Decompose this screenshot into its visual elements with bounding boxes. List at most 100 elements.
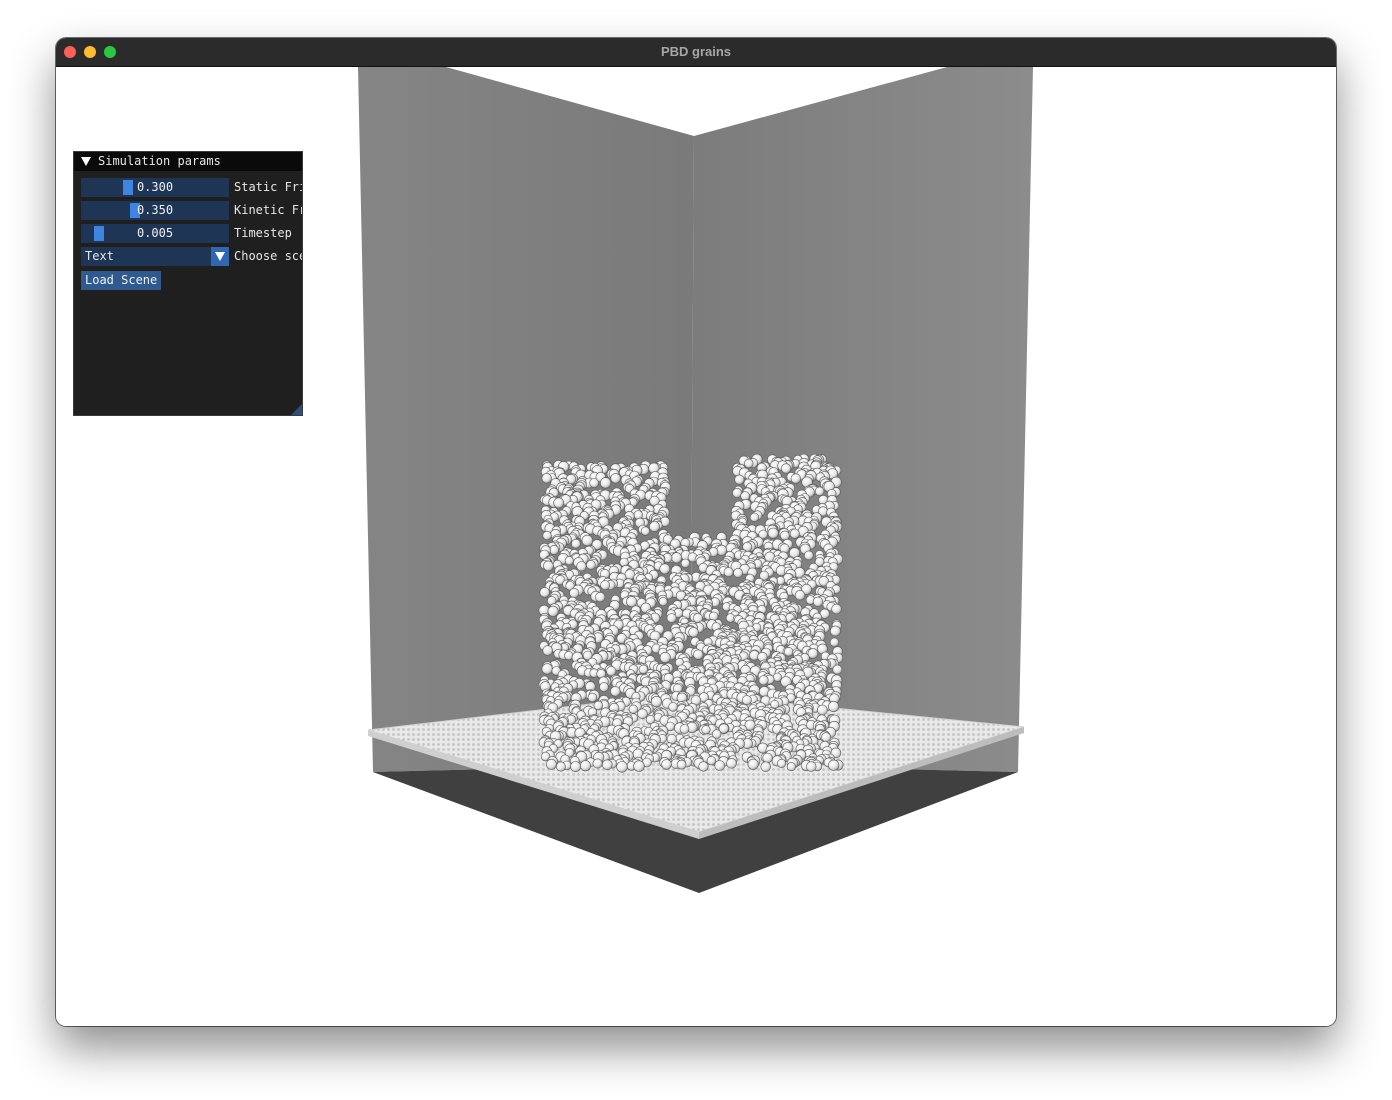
grain	[680, 558, 691, 568]
grain	[832, 664, 843, 675]
collapse-arrow-icon[interactable]	[81, 157, 91, 166]
grain	[758, 675, 769, 686]
grain	[726, 757, 737, 769]
grain	[542, 530, 552, 541]
app-window: PBD grains Simulation params 0.300 Stati…	[56, 38, 1336, 1026]
grain	[616, 761, 628, 773]
dropdown-button[interactable]	[211, 247, 229, 266]
slider-value: 0.005	[136, 226, 174, 240]
grain	[676, 759, 687, 770]
grain	[780, 463, 792, 474]
scene-select-label: Choose scene	[234, 249, 302, 263]
grain	[821, 732, 831, 743]
grain	[637, 708, 648, 720]
scene-select-value: Text	[85, 249, 114, 263]
grain	[569, 587, 580, 598]
grain	[549, 544, 559, 555]
grain	[723, 567, 734, 577]
grain	[601, 759, 613, 771]
grain	[666, 613, 677, 623]
grain	[806, 761, 817, 772]
grain	[828, 700, 840, 712]
kinetic-friction-slider[interactable]: 0.350	[81, 201, 229, 220]
grain	[595, 591, 606, 603]
grain	[600, 580, 611, 590]
grain	[803, 550, 814, 561]
grain	[640, 526, 651, 536]
panel-title: Simulation params	[98, 154, 221, 168]
grain	[555, 761, 566, 772]
grain	[817, 704, 828, 716]
panel-header[interactable]: Simulation params	[74, 152, 302, 171]
grain	[545, 758, 557, 770]
grain	[671, 552, 683, 564]
kinetic-friction-row: 0.350 Kinetic Friction	[81, 201, 302, 220]
load-scene-button[interactable]: Load Scene	[81, 271, 162, 290]
grain	[542, 645, 553, 656]
window-title: PBD grains	[660, 44, 732, 59]
grain	[626, 596, 638, 608]
grain	[650, 695, 663, 708]
resize-grip[interactable]	[291, 404, 302, 415]
grain	[747, 758, 759, 770]
grain	[553, 497, 565, 509]
grain	[547, 605, 559, 617]
grain	[633, 760, 645, 772]
grain	[744, 458, 754, 469]
grain	[668, 702, 678, 712]
timestep-slider[interactable]: 0.005	[81, 224, 229, 243]
grain	[772, 672, 782, 682]
title-bar[interactable]: PBD grains	[56, 38, 1336, 67]
grain	[599, 682, 609, 692]
timestep-row: 0.005 Timestep	[81, 224, 302, 243]
grain	[581, 534, 593, 547]
grain	[688, 627, 699, 638]
grain	[599, 477, 612, 489]
grain	[734, 474, 745, 485]
grain	[579, 760, 591, 772]
grain	[610, 686, 621, 697]
grain	[564, 556, 574, 566]
grain	[706, 756, 717, 766]
timestep-label: Timestep	[234, 226, 292, 240]
grain	[658, 597, 668, 607]
grain	[749, 512, 760, 522]
grain	[571, 538, 581, 549]
grain	[659, 563, 671, 575]
grain	[589, 478, 599, 488]
grain	[767, 527, 779, 539]
grain	[786, 762, 796, 772]
grain	[586, 560, 596, 570]
grain	[732, 487, 742, 498]
grain	[789, 528, 800, 539]
grain	[587, 692, 598, 703]
render-viewport[interactable]: Simulation params 0.300 Static Friction …	[56, 67, 1336, 1026]
grain	[828, 759, 840, 771]
grain	[814, 486, 825, 496]
grain	[777, 758, 787, 768]
grain	[539, 587, 550, 598]
grain	[659, 651, 671, 663]
grain	[830, 625, 841, 637]
simulation-params-panel[interactable]: Simulation params 0.300 Static Friction …	[73, 151, 303, 416]
grain	[649, 521, 660, 532]
grain	[831, 603, 842, 615]
grain	[592, 758, 603, 769]
grain	[790, 473, 801, 484]
grain	[698, 761, 709, 772]
grain	[628, 704, 638, 714]
static-friction-slider[interactable]: 0.300	[81, 178, 229, 197]
grain	[783, 646, 794, 657]
grain	[780, 530, 790, 541]
grain	[543, 560, 554, 572]
scene-select[interactable]: Text	[81, 247, 229, 266]
grain	[541, 473, 552, 484]
kinetic-friction-label: Kinetic Friction	[234, 203, 302, 217]
grain	[762, 752, 773, 764]
scene-row: Text Choose scene	[81, 247, 302, 266]
grain	[812, 596, 824, 607]
grain	[714, 760, 726, 771]
grain	[701, 725, 711, 735]
grain	[693, 649, 704, 660]
static-friction-row: 0.300 Static Friction	[81, 178, 302, 197]
